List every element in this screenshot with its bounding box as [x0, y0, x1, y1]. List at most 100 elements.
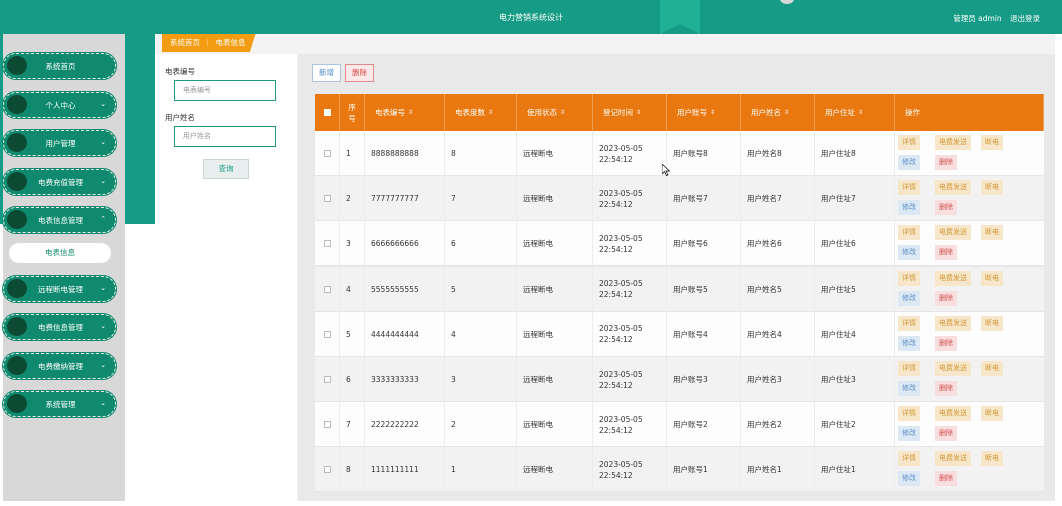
chevron-down-icon: ⌄	[100, 399, 106, 407]
edit-button[interactable]: 修改	[898, 381, 920, 396]
cut-power-button[interactable]: 断电	[981, 225, 1003, 241]
row-checkbox[interactable]	[323, 466, 331, 474]
table-row[interactable]: 6 3333333333 3 远程断电 2023-05-05 22:54:12 用户账号3…	[315, 357, 1044, 402]
row-checkbox[interactable]	[323, 330, 331, 338]
table-row[interactable]: 5 4444444444 4 远程断电 2023-05-05 22:54:12 用户账号4…	[315, 311, 1044, 357]
table-row[interactable]: 2 7777777777 7 远程断电 2023-05-05 22:54:12 用户账号7…	[315, 176, 1044, 222]
column-header[interactable]: 电表编号 ⇕	[365, 94, 445, 131]
cell-address: 用户住址4	[815, 311, 895, 357]
send-fee-button[interactable]: 电费发送	[935, 406, 971, 422]
column-header[interactable]: 使用状态 ⇕	[517, 94, 593, 131]
row-delete-button[interactable]: 删除	[935, 200, 957, 216]
sidebar-item[interactable]: 用户管理 ⌄	[2, 129, 117, 157]
table-row[interactable]: 1 8888888888 8 远程断电 2023-05-05 22:54:12 用户账号8…	[315, 131, 1044, 176]
row-delete-button[interactable]: 删除	[935, 245, 957, 261]
meter-no-input[interactable]: 电表编号	[174, 80, 276, 101]
detail-button[interactable]: 详情	[898, 361, 920, 376]
row-checkbox[interactable]	[323, 195, 331, 203]
edit-button[interactable]: 修改	[898, 200, 920, 216]
column-header[interactable]: 用户姓名 ⇕	[741, 94, 815, 131]
send-fee-button[interactable]: 电费发送	[935, 451, 971, 467]
cell-account: 用户账号7	[667, 176, 741, 222]
add-button[interactable]: 新增	[312, 64, 341, 82]
sort-icon[interactable]: ⇕	[636, 109, 641, 116]
row-checkbox-cell	[315, 131, 340, 176]
row-checkbox[interactable]	[323, 285, 331, 293]
send-fee-button[interactable]: 电费发送	[935, 135, 971, 150]
row-checkbox[interactable]	[323, 150, 331, 157]
column-header[interactable]: 电表度数 ⇕	[445, 94, 517, 131]
send-fee-button[interactable]: 电费发送	[935, 225, 971, 241]
edit-button[interactable]: 修改	[898, 335, 920, 351]
table-row[interactable]: 3 6666666666 6 远程断电 2023-05-05 22:54:12 用户账号6…	[315, 221, 1044, 267]
sidebar-item[interactable]: 个人中心 ⌄	[2, 91, 117, 119]
send-fee-button[interactable]: 电费发送	[935, 361, 971, 376]
sidebar-item[interactable]: 电费缴纳管理 ⌄	[2, 352, 117, 380]
sort-icon[interactable]: ⇕	[488, 109, 493, 116]
menu-dot-icon	[7, 210, 27, 229]
sort-icon[interactable]: ⇕	[858, 109, 863, 116]
column-header[interactable]: 序号	[340, 94, 365, 131]
user-name-input[interactable]: 用户姓名	[174, 126, 276, 147]
detail-button[interactable]: 详情	[898, 270, 920, 286]
row-checkbox[interactable]	[323, 421, 331, 429]
cut-power-button[interactable]: 断电	[981, 406, 1003, 422]
cut-power-button[interactable]: 断电	[981, 451, 1003, 467]
breadcrumb-separator: ⋮	[204, 38, 212, 47]
sort-icon[interactable]: ⇕	[560, 109, 565, 116]
select-all-cell	[315, 94, 340, 131]
cut-power-button[interactable]: 断电	[981, 180, 1003, 196]
edit-button[interactable]: 修改	[898, 471, 920, 487]
send-fee-button[interactable]: 电费发送	[935, 180, 971, 196]
column-header[interactable]: 用户住址 ⇕	[815, 94, 895, 131]
detail-button[interactable]: 详情	[898, 180, 920, 196]
column-header[interactable]: 用户账号 ⇕	[667, 94, 741, 131]
edit-button[interactable]: 修改	[898, 290, 920, 306]
row-delete-button[interactable]: 删除	[935, 155, 957, 170]
row-delete-button[interactable]: 删除	[935, 426, 957, 442]
table-row[interactable]: 8 1111111111 1 远程断电 2023-05-05 22:54:12 用户账号1…	[315, 447, 1044, 493]
cut-power-button[interactable]: 断电	[981, 315, 1003, 331]
row-checkbox[interactable]	[323, 240, 331, 248]
sidebar-item[interactable]: 系统管理 ⌄	[2, 390, 117, 418]
row-delete-button[interactable]: 删除	[935, 471, 957, 487]
breadcrumb-home[interactable]: 系统首页	[170, 38, 200, 47]
sort-icon[interactable]: ⇕	[784, 109, 789, 116]
cell-index: 5	[340, 311, 365, 357]
edit-button[interactable]: 修改	[898, 426, 920, 442]
sort-icon[interactable]: ⇕	[408, 109, 413, 116]
sidebar-item[interactable]: 电费充值管理 ⌄	[2, 168, 117, 196]
detail-button[interactable]: 详情	[898, 135, 920, 150]
cell-address: 用户住址6	[815, 221, 895, 267]
sidebar-item[interactable]: 远程断电管理 ⌄	[2, 275, 117, 303]
column-header[interactable]: 登记时间 ⇕	[593, 94, 667, 131]
edit-button[interactable]: 修改	[898, 155, 920, 170]
cut-power-button[interactable]: 断电	[981, 270, 1003, 286]
select-all-checkbox[interactable]	[323, 109, 331, 116]
sidebar-subitem-meter-info[interactable]: 电表信息	[9, 243, 111, 263]
edit-button[interactable]: 修改	[898, 245, 920, 261]
detail-button[interactable]: 详情	[898, 315, 920, 331]
sidebar-item[interactable]: 电表信息管理 ⌃	[2, 206, 117, 234]
row-delete-button[interactable]: 删除	[935, 381, 957, 396]
row-delete-button[interactable]: 删除	[935, 290, 957, 306]
logout-link[interactable]: 退出登录	[1010, 14, 1040, 23]
send-fee-button[interactable]: 电费发送	[935, 270, 971, 286]
cell-address: 用户住址1	[815, 447, 895, 493]
sidebar-item[interactable]: 系统首页	[2, 52, 117, 80]
delete-button[interactable]: 删除	[345, 64, 374, 82]
detail-button[interactable]: 详情	[898, 451, 920, 467]
cut-power-button[interactable]: 断电	[981, 361, 1003, 376]
sidebar-item[interactable]: 电费信息管理 ⌄	[2, 313, 117, 341]
detail-button[interactable]: 详情	[898, 406, 920, 422]
table-row[interactable]: 4 5555555555 5 远程断电 2023-05-05 22:54:12 用户账号5…	[315, 266, 1044, 312]
row-delete-button[interactable]: 删除	[935, 335, 957, 351]
send-fee-button[interactable]: 电费发送	[935, 315, 971, 331]
table-row[interactable]: 7 2222222222 2 远程断电 2023-05-05 22:54:12 用户账号2…	[315, 402, 1044, 448]
row-checkbox[interactable]	[323, 376, 331, 383]
cell-account: 用户账号4	[667, 311, 741, 357]
detail-button[interactable]: 详情	[898, 225, 920, 241]
cut-power-button[interactable]: 断电	[981, 135, 1003, 150]
sort-icon[interactable]: ⇕	[710, 109, 715, 116]
query-button[interactable]: 查询	[203, 159, 249, 179]
